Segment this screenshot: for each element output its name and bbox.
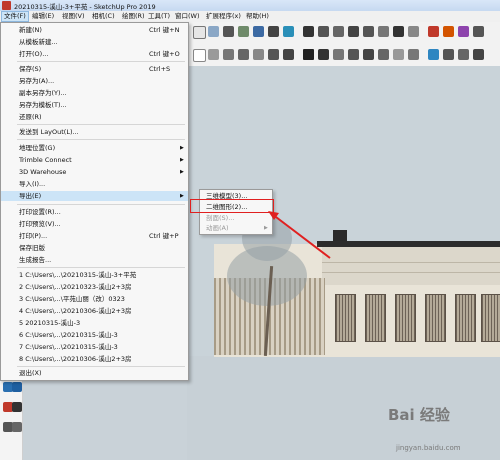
watermark-site: jingyan.baidu.com [396, 444, 461, 452]
baidu-watermark: Bai 经验 jingyan.baidu.com [388, 404, 498, 458]
watermark-brand: Bai 经验 [388, 406, 450, 424]
annotation-arrow [268, 211, 331, 259]
